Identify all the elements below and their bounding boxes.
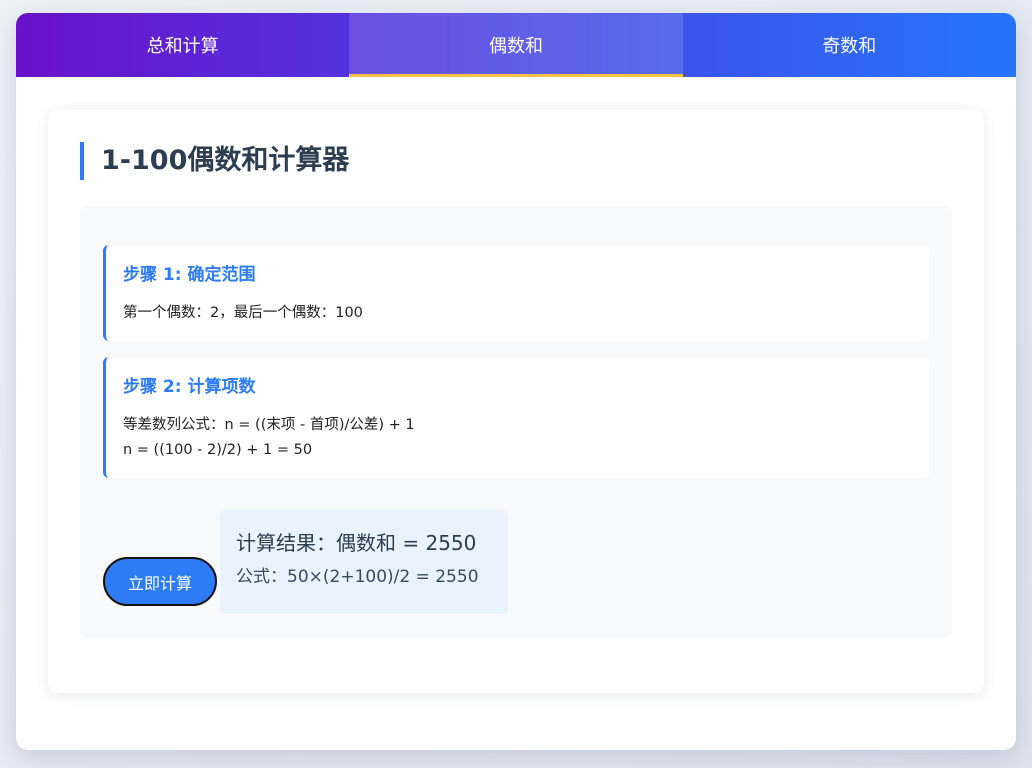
app-window: 总和计算 偶数和 奇数和 1-100偶数和计算器 步骤 1: 确定范围 第一个偶… (16, 13, 1016, 750)
step-text: 第一个偶数：2，最后一个偶数：100 (123, 305, 363, 321)
tab-odd-sum[interactable]: 奇数和 (683, 13, 1016, 77)
tab-label: 奇数和 (822, 36, 877, 57)
step-card-range: 步骤 1: 确定范围 第一个偶数：2，最后一个偶数：100 (103, 245, 929, 341)
result-value: 计算结果：偶数和 = 2550 (236, 531, 477, 555)
step-text: 等差数列公式：n = ((末项 - 首项)/公差) + 1 (123, 417, 415, 433)
result-box: 计算结果：偶数和 = 2550 公式：50×(2+100)/2 = 2550 (220, 510, 508, 614)
page-title: 1-100偶数和计算器 (80, 142, 349, 180)
step-title: 步骤 1: 确定范围 (123, 265, 256, 285)
calculator-card: 1-100偶数和计算器 步骤 1: 确定范围 第一个偶数：2，最后一个偶数：10… (48, 110, 984, 693)
step-text: n = ((100 - 2)/2) + 1 = 50 (123, 442, 313, 458)
tab-even-sum[interactable]: 偶数和 (349, 13, 683, 77)
result-formula: 公式：50×(2+100)/2 = 2550 (236, 567, 479, 587)
step-title: 步骤 2: 计算项数 (123, 377, 256, 397)
step-card-count: 步骤 2: 计算项数 等差数列公式：n = ((末项 - 首项)/公差) + 1… (103, 357, 929, 478)
tab-total-sum[interactable]: 总和计算 (16, 13, 349, 77)
calculate-button[interactable]: 立即计算 (103, 557, 217, 606)
tab-label: 总和计算 (146, 36, 219, 57)
tab-label: 偶数和 (488, 36, 543, 57)
tab-bar: 总和计算 偶数和 奇数和 (16, 13, 1016, 77)
steps-panel: 步骤 1: 确定范围 第一个偶数：2，最后一个偶数：100 步骤 2: 计算项数… (80, 206, 952, 638)
